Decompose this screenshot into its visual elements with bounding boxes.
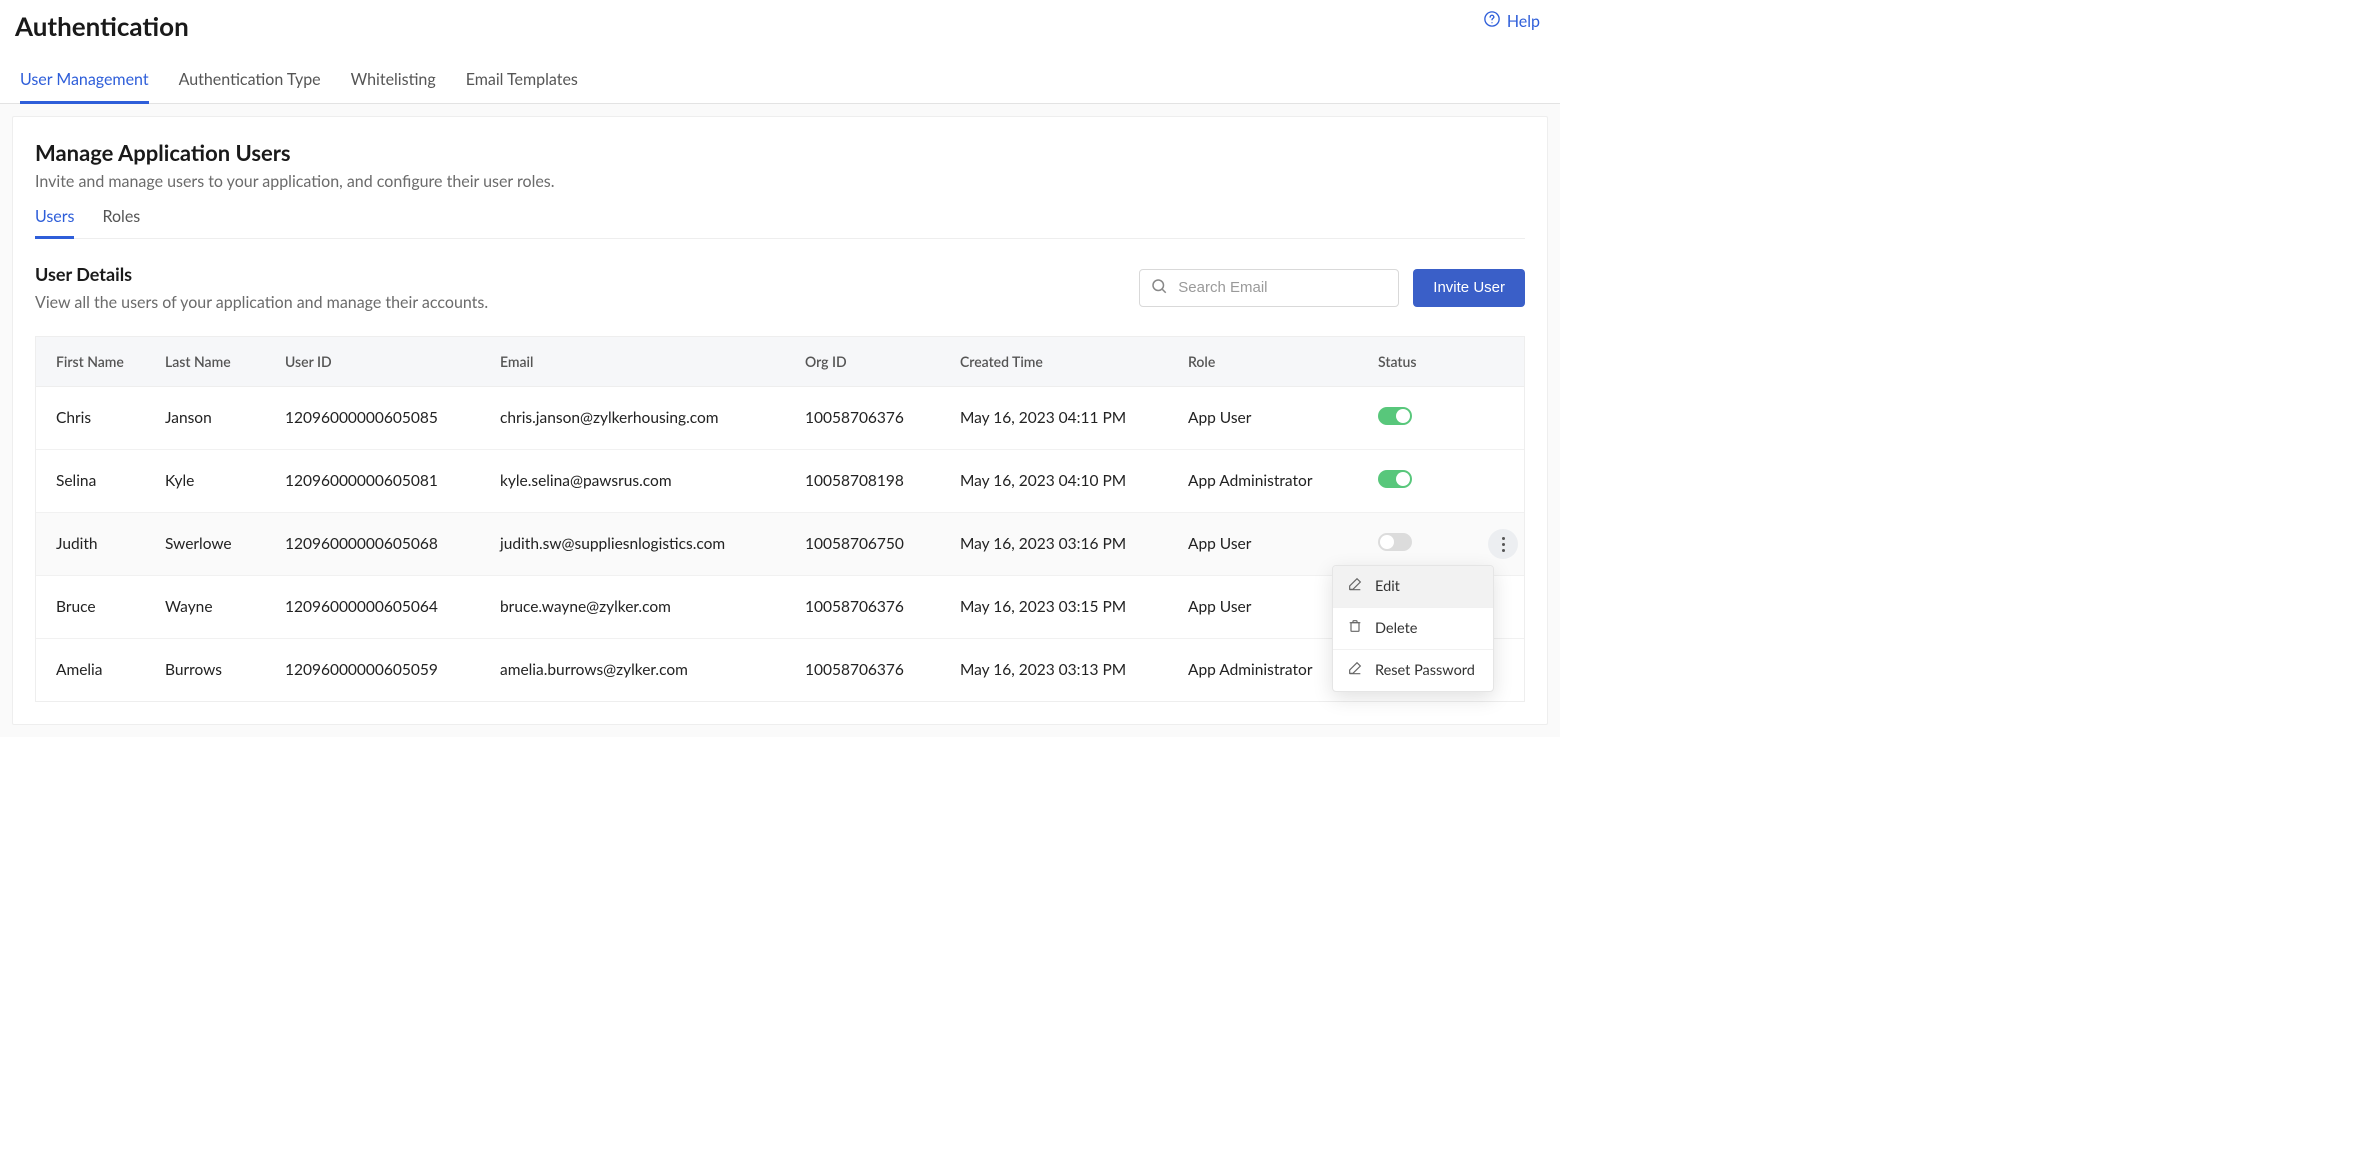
column-header: First Name <box>36 337 151 387</box>
panel-subtitle: Invite and manage users to your applicat… <box>35 172 1525 191</box>
table-row: BruceWayne12096000000605064bruce.wayne@z… <box>36 576 1524 639</box>
first-name-cell: Judith <box>36 513 151 576</box>
column-header: Email <box>486 337 791 387</box>
row-menu-dropdown: Edit Delete Reset Password <box>1332 565 1494 692</box>
created-time-cell: May 16, 2023 04:10 PM <box>946 450 1174 513</box>
search-input[interactable] <box>1178 279 1388 296</box>
column-header: Last Name <box>151 337 271 387</box>
column-header: User ID <box>271 337 486 387</box>
top-tab-whitelisting[interactable]: Whitelisting <box>351 70 436 104</box>
email-cell: kyle.selina@pawsrus.com <box>486 450 791 513</box>
org-id-cell: 10058708198 <box>791 450 946 513</box>
search-input-wrapper[interactable] <box>1139 269 1399 307</box>
status-cell <box>1364 450 1524 513</box>
first-name-cell: Chris <box>36 387 151 450</box>
org-id-cell: 10058706376 <box>791 576 946 639</box>
menu-item-delete[interactable]: Delete <box>1333 608 1493 650</box>
page-title: Authentication <box>15 10 189 42</box>
section-subtitle: View all the users of your application a… <box>35 293 488 312</box>
kebab-icon <box>1502 537 1505 552</box>
user-id-cell: 12096000000605059 <box>271 639 486 701</box>
top-tab-user-management[interactable]: User Management <box>20 70 149 104</box>
last-name-cell: Janson <box>151 387 271 450</box>
menu-item-reset-password[interactable]: Reset Password <box>1333 650 1493 691</box>
help-link[interactable]: Help <box>1483 10 1540 32</box>
created-time-cell: May 16, 2023 03:16 PM <box>946 513 1174 576</box>
role-cell: App Administrator <box>1174 450 1364 513</box>
table-row: SelinaKyle12096000000605081kyle.selina@p… <box>36 450 1524 513</box>
menu-item-edit[interactable]: Edit <box>1333 566 1493 608</box>
column-header: Status <box>1364 337 1524 387</box>
status-toggle[interactable] <box>1378 533 1412 551</box>
edit-icon <box>1347 576 1363 597</box>
status-cell <box>1364 387 1524 450</box>
org-id-cell: 10058706376 <box>791 639 946 701</box>
status-cell: EditDeleteReset Password <box>1364 513 1524 576</box>
org-id-cell: 10058706376 <box>791 387 946 450</box>
help-label: Help <box>1507 12 1540 31</box>
first-name-cell: Bruce <box>36 576 151 639</box>
row-menu-button[interactable] <box>1488 529 1518 559</box>
email-cell: judith.sw@suppliesnlogistics.com <box>486 513 791 576</box>
org-id-cell: 10058706750 <box>791 513 946 576</box>
inner-tabs: Users Roles <box>35 207 1525 239</box>
panel-title: Manage Application Users <box>35 139 1525 166</box>
last-name-cell: Kyle <box>151 450 271 513</box>
last-name-cell: Swerlowe <box>151 513 271 576</box>
email-cell: amelia.burrows@zylker.com <box>486 639 791 701</box>
role-cell: App User <box>1174 387 1364 450</box>
email-cell: chris.janson@zylkerhousing.com <box>486 387 791 450</box>
user-id-cell: 12096000000605081 <box>271 450 486 513</box>
table-row: JudithSwerlowe12096000000605068judith.sw… <box>36 513 1524 576</box>
last-name-cell: Burrows <box>151 639 271 701</box>
users-table: First NameLast NameUser IDEmailOrg IDCre… <box>35 336 1525 702</box>
email-cell: bruce.wayne@zylker.com <box>486 576 791 639</box>
inner-tab-roles[interactable]: Roles <box>102 207 140 239</box>
column-header: Org ID <box>791 337 946 387</box>
created-time-cell: May 16, 2023 03:15 PM <box>946 576 1174 639</box>
status-toggle[interactable] <box>1378 407 1412 425</box>
trash-icon <box>1347 618 1363 639</box>
table-row: ChrisJanson12096000000605085chris.janson… <box>36 387 1524 450</box>
column-header: Role <box>1174 337 1364 387</box>
status-toggle[interactable] <box>1378 470 1412 488</box>
search-icon <box>1150 277 1168 299</box>
first-name-cell: Selina <box>36 450 151 513</box>
menu-item-label: Delete <box>1375 620 1417 638</box>
user-id-cell: 12096000000605085 <box>271 387 486 450</box>
edit-icon <box>1347 660 1363 681</box>
section-title: User Details <box>35 263 488 285</box>
user-id-cell: 12096000000605064 <box>271 576 486 639</box>
created-time-cell: May 16, 2023 03:13 PM <box>946 639 1174 701</box>
help-icon <box>1483 10 1501 32</box>
invite-user-button[interactable]: Invite User <box>1413 269 1525 307</box>
inner-tab-users[interactable]: Users <box>35 207 74 239</box>
top-tabs: User Management Authentication Type Whitel… <box>0 42 1560 104</box>
menu-item-label: Edit <box>1375 578 1400 596</box>
top-tab-authentication-type[interactable]: Authentication Type <box>179 70 321 104</box>
first-name-cell: Amelia <box>36 639 151 701</box>
user-id-cell: 12096000000605068 <box>271 513 486 576</box>
created-time-cell: May 16, 2023 04:11 PM <box>946 387 1174 450</box>
column-header: Created Time <box>946 337 1174 387</box>
menu-item-label: Reset Password <box>1375 662 1475 680</box>
top-tab-email-templates[interactable]: Email Templates <box>466 70 578 104</box>
table-row: AmeliaBurrows12096000000605059amelia.bur… <box>36 639 1524 701</box>
last-name-cell: Wayne <box>151 576 271 639</box>
